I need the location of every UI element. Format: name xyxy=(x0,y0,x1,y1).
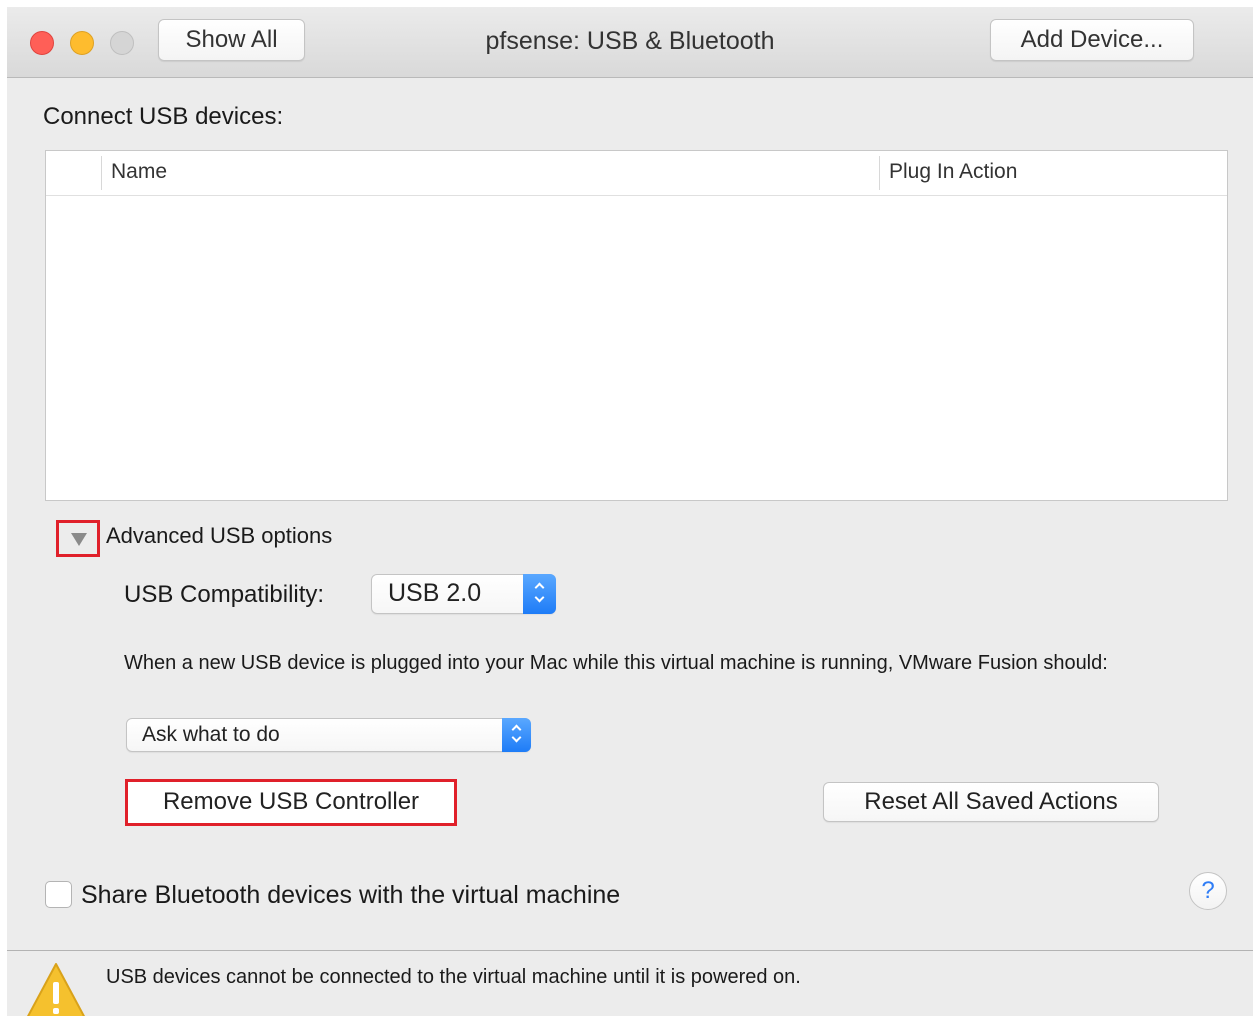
table-header: Name Plug In Action xyxy=(46,151,1227,196)
footer-divider xyxy=(7,950,1253,951)
advanced-usb-disclosure-highlight[interactable] xyxy=(56,520,100,557)
remove-usb-controller-button[interactable]: Remove USB Controller xyxy=(128,782,454,823)
help-button[interactable]: ? xyxy=(1189,872,1227,910)
reset-saved-actions-button[interactable]: Reset All Saved Actions xyxy=(823,782,1159,822)
disclosure-triangle-icon xyxy=(71,533,87,546)
usb-compatibility-select[interactable]: USB 2.0 xyxy=(371,574,556,614)
column-header-plug-in-action[interactable]: Plug In Action xyxy=(889,160,1017,184)
column-separator xyxy=(101,156,102,190)
usb-compatibility-label: USB Compatibility: xyxy=(124,581,325,608)
advanced-usb-options-label[interactable]: Advanced USB options xyxy=(106,523,332,549)
add-device-button[interactable]: Add Device... xyxy=(990,19,1194,61)
chevron-down-icon xyxy=(534,592,544,603)
share-bluetooth-checkbox[interactable] xyxy=(45,881,72,908)
plug-in-action-select[interactable]: Ask what to do xyxy=(126,718,531,752)
preferences-window: Show All pfsense: USB & Bluetooth Add De… xyxy=(7,7,1253,1016)
plug-in-description: When a new USB device is plugged into yo… xyxy=(124,652,1108,674)
chevron-down-icon xyxy=(511,732,521,743)
column-separator xyxy=(879,156,880,190)
select-stepper-icon xyxy=(502,718,531,752)
usb-compatibility-value: USB 2.0 xyxy=(388,579,482,607)
column-header-name[interactable]: Name xyxy=(111,160,167,184)
share-bluetooth-label[interactable]: Share Bluetooth devices with the virtual… xyxy=(81,881,620,910)
warning-icon xyxy=(27,963,85,1016)
title-bar: Show All pfsense: USB & Bluetooth Add De… xyxy=(7,7,1253,78)
usb-device-table[interactable]: Name Plug In Action xyxy=(45,150,1228,501)
chevron-up-icon xyxy=(534,582,544,593)
usb-section-title: Connect USB devices: xyxy=(43,103,284,130)
plug-in-action-value: Ask what to do xyxy=(142,723,280,746)
select-stepper-icon xyxy=(523,574,556,614)
power-on-warning-text: USB devices cannot be connected to the v… xyxy=(106,966,801,988)
